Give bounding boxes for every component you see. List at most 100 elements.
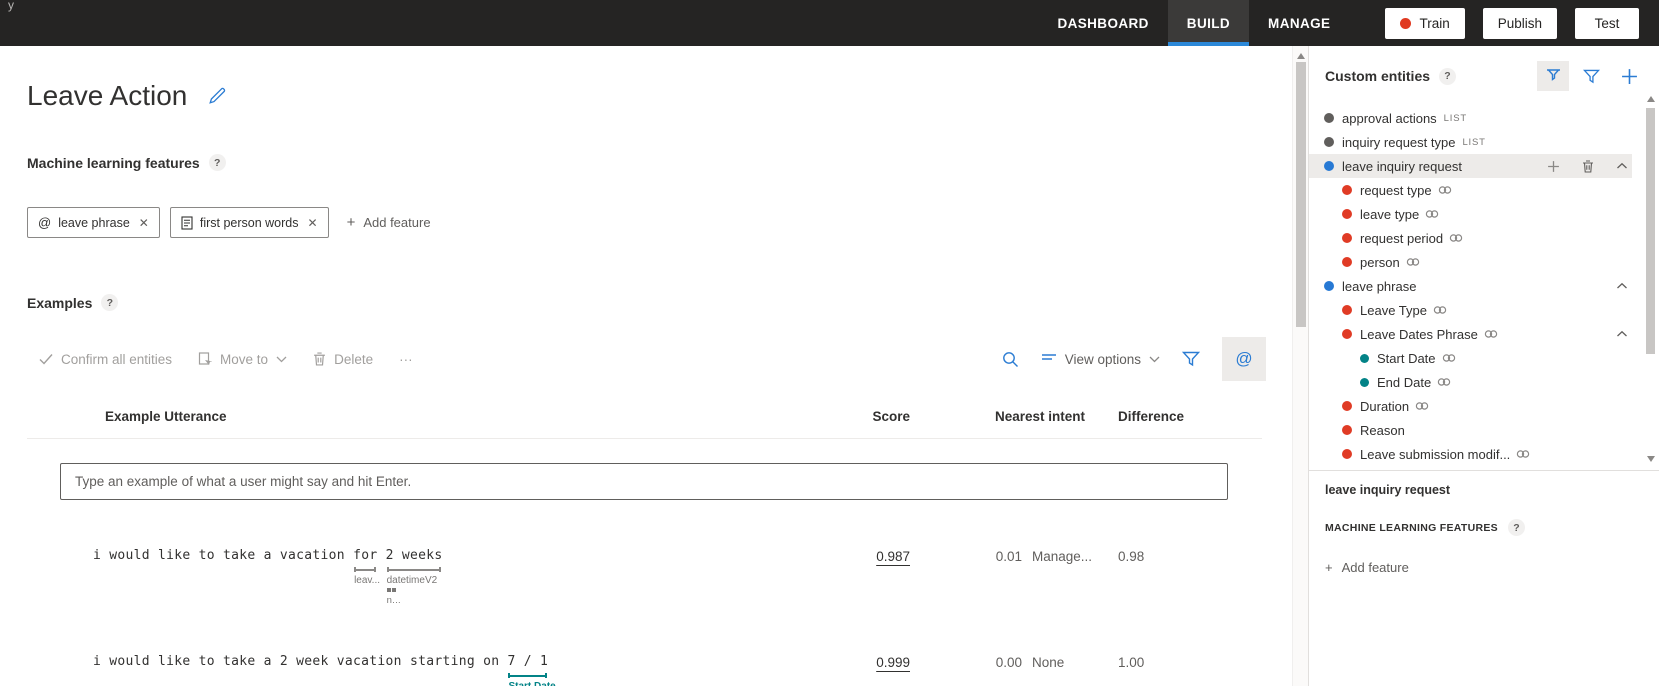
- collapse-chevron-icon[interactable]: [1616, 330, 1628, 338]
- remove-feature-icon[interactable]: ✕: [137, 216, 149, 230]
- ml-features-heading: Machine learning features: [27, 154, 200, 171]
- entity-label: Duration: [1360, 398, 1410, 414]
- add-child-entity-icon[interactable]: [1547, 160, 1560, 173]
- entity-row-reason[interactable]: Reason: [1309, 418, 1632, 442]
- examples-toolbar: Confirm all entities Move to Delete ···: [39, 337, 1292, 381]
- col-header-score: Score: [872, 409, 910, 424]
- examples-heading: Examples: [27, 294, 93, 311]
- labeled-entity-segment[interactable]: for leav...: [353, 548, 380, 586]
- remove-feature-icon[interactable]: ✕: [306, 216, 318, 230]
- delete-button[interactable]: Delete: [313, 352, 373, 367]
- edit-intent-name-icon[interactable]: [207, 87, 226, 106]
- train-status-dot: [1400, 17, 1412, 29]
- entity-dot: [1342, 185, 1352, 195]
- scrollbar-thumb[interactable]: [1296, 62, 1306, 327]
- entity-row-leave-type[interactable]: leave type: [1309, 202, 1632, 226]
- view-options-button[interactable]: View options: [1041, 352, 1160, 367]
- col-header-difference: Difference: [1118, 409, 1185, 424]
- feature-chip-leave-phrase[interactable]: @ leave phrase ✕: [27, 207, 160, 238]
- ml-features-help-icon[interactable]: ?: [208, 154, 226, 171]
- entity-row-request-type[interactable]: request type: [1309, 178, 1632, 202]
- confirm-all-entities-button[interactable]: Confirm all entities: [39, 352, 172, 367]
- entity-row-leave-submission-modif[interactable]: Leave submission modif...: [1309, 442, 1632, 466]
- entity-row-leave-inquiry-request[interactable]: leave inquiry request: [1309, 154, 1632, 178]
- top-nav: y DASHBOARD BUILD MANAGE Train Publish T…: [0, 0, 1659, 46]
- examples-help-icon[interactable]: ?: [101, 294, 119, 311]
- entity-type-badge: LIST: [1462, 136, 1486, 148]
- link-icon: [1449, 233, 1463, 243]
- entity-dot: [1342, 449, 1352, 459]
- tab-manage[interactable]: MANAGE: [1249, 0, 1349, 46]
- main-scrollbar[interactable]: [1292, 46, 1308, 686]
- more-options-button[interactable]: ···: [399, 352, 413, 367]
- move-to-icon: [198, 351, 213, 365]
- selected-entity-name: leave inquiry request: [1325, 483, 1451, 497]
- custom-entities-help-icon[interactable]: ?: [1439, 67, 1457, 85]
- new-utterance-input[interactable]: [60, 463, 1228, 500]
- entity-row-start-date[interactable]: Start Date: [1309, 346, 1632, 370]
- entity-row-approval-actions[interactable]: approval actions LIST: [1309, 106, 1632, 130]
- entity-dot: [1342, 401, 1352, 411]
- score-value[interactable]: 0.999: [790, 654, 910, 670]
- collapse-chevron-icon[interactable]: [1616, 282, 1628, 290]
- publish-button[interactable]: Publish: [1482, 7, 1557, 39]
- labeled-entity-segment[interactable]: 7 / 1Start Date: [507, 654, 555, 686]
- feature-chip-first-person-words[interactable]: first person words ✕: [169, 207, 329, 238]
- utterance-text: i would like to take a vacation for leav.…: [93, 548, 443, 606]
- add-feature-button[interactable]: + Add feature: [347, 214, 431, 231]
- scroll-down-arrow[interactable]: [1647, 456, 1655, 462]
- nav-tabs: DASHBOARD BUILD MANAGE: [1038, 0, 1349, 46]
- entity-dot: [1342, 425, 1352, 435]
- chevron-down-icon: [1149, 356, 1160, 362]
- entity-dot: [1324, 113, 1334, 123]
- link-icon: [1406, 257, 1420, 267]
- filter-icon[interactable]: [1182, 351, 1200, 367]
- move-to-button[interactable]: Move to: [198, 352, 287, 367]
- scroll-up-arrow[interactable]: [1647, 96, 1655, 102]
- entity-dot: [1360, 377, 1369, 387]
- tab-build[interactable]: BUILD: [1167, 0, 1250, 46]
- phrase-list-icon: [181, 215, 193, 230]
- delete-entity-icon[interactable]: [1582, 159, 1594, 173]
- search-icon[interactable]: [1002, 351, 1019, 368]
- filter-entities-icon[interactable]: [1575, 61, 1607, 91]
- add-entity-icon[interactable]: [1613, 61, 1645, 91]
- entity-row-person[interactable]: person: [1309, 250, 1632, 274]
- footer-add-feature-button[interactable]: + Add feature: [1325, 560, 1643, 575]
- entity-label: End Date: [1377, 374, 1432, 390]
- link-icon: [1484, 329, 1498, 339]
- scrollbar-thumb[interactable]: [1646, 108, 1655, 354]
- entity-label: approval actions: [1342, 110, 1437, 126]
- entity-row-leave-type[interactable]: Leave Type: [1309, 298, 1632, 322]
- link-icon: [1425, 209, 1439, 219]
- entity-label: Leave Dates Phrase: [1360, 326, 1478, 342]
- collapse-chevron-icon[interactable]: [1616, 162, 1628, 170]
- nearest-intent-name: None: [1032, 655, 1065, 670]
- link-icon: [1437, 377, 1451, 387]
- entity-row-leave-phrase[interactable]: leave phrase: [1309, 274, 1632, 298]
- entity-label: Reason: [1360, 422, 1405, 438]
- score-value[interactable]: 0.987: [790, 548, 910, 564]
- at-icon: @: [38, 215, 52, 230]
- scroll-up-arrow[interactable]: [1297, 53, 1305, 59]
- entity-list-scrollbar[interactable]: [1644, 96, 1658, 462]
- link-icon: [1442, 353, 1456, 363]
- entity-row-request-period[interactable]: request period: [1309, 226, 1632, 250]
- entity-row-leave-dates-phrase[interactable]: Leave Dates Phrase: [1309, 322, 1632, 346]
- entity-row-end-date[interactable]: End Date: [1309, 370, 1632, 394]
- footer-features-help-icon[interactable]: ?: [1507, 519, 1525, 536]
- entity-row-duration[interactable]: Duration: [1309, 394, 1632, 418]
- nearest-intent-name: Manage...: [1032, 549, 1093, 564]
- entity-row-inquiry-request-type[interactable]: inquiry request type LIST: [1309, 130, 1632, 154]
- entity-labels-toggle-button[interactable]: @: [1222, 337, 1266, 381]
- panel-title: Custom entities: [1325, 68, 1431, 84]
- labeled-entity-segment[interactable]: 2 weeks datetimeV2 n...: [386, 548, 443, 606]
- entity-view-toggle-icon[interactable]: [1537, 61, 1569, 91]
- test-button[interactable]: Test: [1575, 7, 1639, 39]
- tab-dashboard[interactable]: DASHBOARD: [1038, 0, 1167, 46]
- entity-bracket: [354, 567, 377, 572]
- utterance-row[interactable]: i would like to take a 2 week vacation s…: [27, 654, 1262, 686]
- entity-dot: [1342, 257, 1352, 267]
- train-button[interactable]: Train: [1385, 7, 1465, 39]
- utterance-row[interactable]: i would like to take a vacation for leav.…: [27, 548, 1262, 654]
